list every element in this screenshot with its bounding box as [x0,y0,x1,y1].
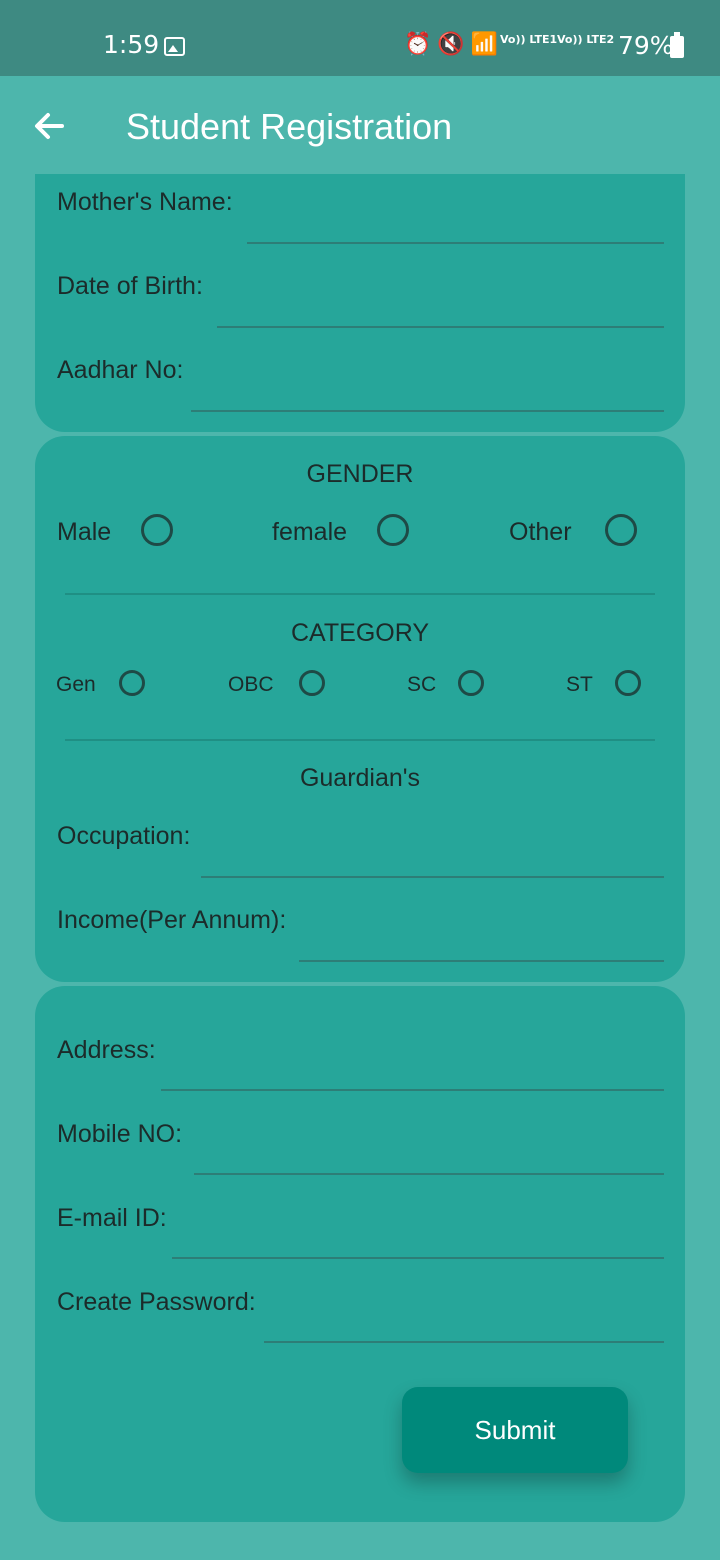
mute-icon: 🔇 [437,32,471,57]
mobile-label: Mobile NO: [57,1120,183,1148]
submit-button[interactable]: Submit [402,1387,628,1473]
category-obc-radio[interactable] [299,670,325,696]
gender-category-card: GENDER Male female Other CATEGORY Gen OB… [35,436,685,982]
income-input[interactable] [299,910,664,960]
mothers-name-underline [247,242,664,244]
lte2-indicator: Vo)) LTE2 [557,33,615,46]
gender-female-radio[interactable] [377,514,409,546]
category-divider [65,739,655,741]
aadhar-underline [191,410,664,412]
address-input[interactable] [161,1040,664,1090]
occupation-underline [201,876,664,878]
address-label: Address: [57,1036,156,1064]
status-bar: 1:59 ⏰🔇📶 Vo)) LTE1 Vo)) LTE2 79% [0,0,720,76]
category-st-label: ST [566,673,593,696]
gender-other-radio[interactable] [605,514,637,546]
status-icons: ⏰🔇📶 [404,32,504,57]
category-gen-radio[interactable] [119,670,145,696]
mobile-underline [194,1173,664,1175]
email-label: E-mail ID: [57,1204,167,1232]
guardian-title: Guardian's [299,764,421,792]
back-arrow-icon[interactable] [30,106,70,146]
income-underline [299,960,664,962]
aadhar-label: Aadhar No: [57,356,184,384]
gallery-icon [164,37,185,56]
battery-icon [670,32,684,58]
gender-divider [65,593,655,595]
gender-male-label: Male [57,518,112,546]
page-title: Student Registration [126,106,453,147]
email-input[interactable] [172,1208,664,1258]
occupation-input[interactable] [201,826,664,876]
contact-card: Address: Mobile NO: E-mail ID: Create Pa… [35,986,685,1522]
email-underline [172,1257,664,1259]
aadhar-input[interactable] [191,360,664,410]
password-underline [264,1341,664,1343]
mothers-name-label: Mother's Name: [57,188,233,216]
alarm-icon: ⏰ [404,32,438,57]
password-input[interactable] [264,1292,664,1342]
mothers-name-input[interactable] [247,192,664,242]
personal-details-card: Mother's Name: Date of Birth: Aadhar No: [35,174,685,432]
category-st-radio[interactable] [615,670,641,696]
app-bar: Student Registration [0,76,720,174]
dob-label: Date of Birth: [57,272,203,300]
category-sc-label: SC [407,673,437,696]
gender-title: GENDER [306,460,414,488]
battery-percent: 79% [618,31,674,60]
gender-female-label: female [272,518,348,546]
category-sc-radio[interactable] [458,670,484,696]
category-title: CATEGORY [291,619,429,647]
lte1-indicator: Vo)) LTE1 [500,33,558,46]
address-underline [161,1089,664,1091]
gender-male-radio[interactable] [141,514,173,546]
password-label: Create Password: [57,1288,256,1316]
category-gen-label: Gen [56,673,96,696]
mobile-input[interactable] [194,1124,664,1174]
gender-other-label: Other [509,518,572,546]
income-label: Income(Per Annum): [57,906,287,934]
occupation-label: Occupation: [57,822,191,850]
category-obc-label: OBC [228,673,274,696]
dob-input[interactable] [217,276,664,326]
status-time: 1:59 [103,30,160,59]
dob-underline [217,326,664,328]
